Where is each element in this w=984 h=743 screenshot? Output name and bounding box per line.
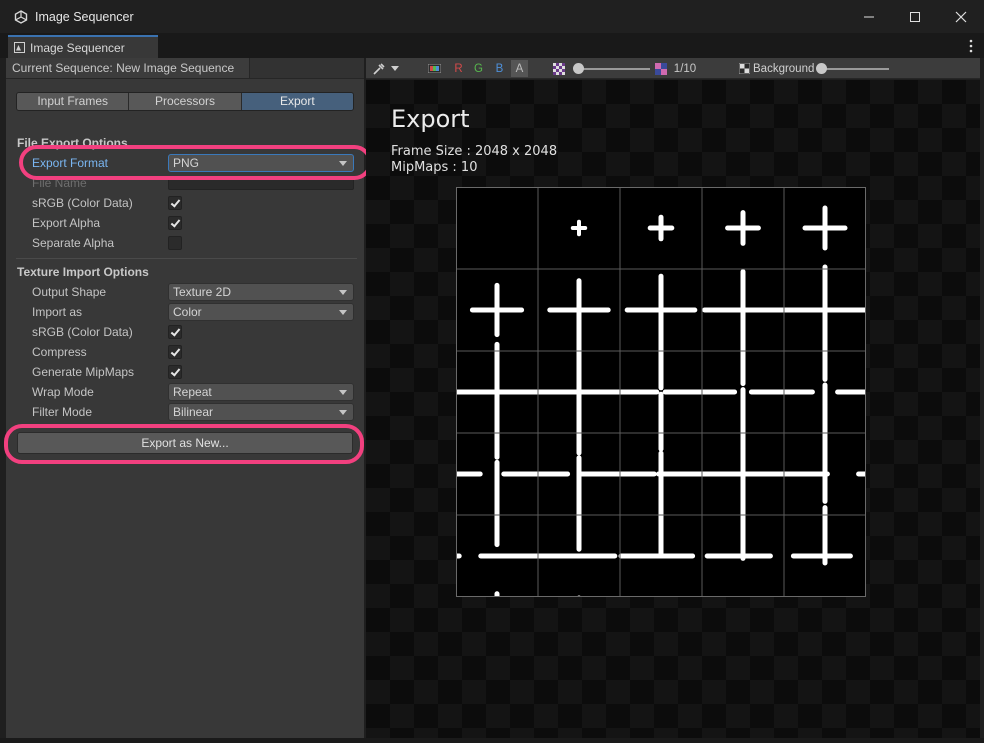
filter-mode-row: Filter Mode Bilinear — [32, 402, 354, 422]
window-title: Image Sequencer — [35, 9, 134, 24]
compress-label: Compress — [32, 345, 87, 359]
flipbook-preview-image — [456, 187, 866, 597]
wrap-mode-row: Wrap Mode Repeat — [32, 382, 354, 402]
filter-mode-value: Bilinear — [173, 405, 214, 419]
checker-icon — [553, 62, 565, 75]
background-label: Background — [753, 62, 815, 75]
blue-channel-toggle[interactable]: B — [491, 60, 508, 77]
chevron-down-icon — [390, 65, 399, 71]
preview-toolbar: R G B A 1/10 Background — [366, 58, 980, 79]
chevron-down-icon — [339, 310, 347, 315]
export-format-value: PNG — [173, 156, 200, 170]
mip-level-icon — [654, 60, 668, 77]
tab-export[interactable]: Export — [241, 93, 353, 110]
chevron-down-icon — [339, 290, 347, 295]
background-slider-track — [821, 68, 889, 70]
tab-input-frames[interactable]: Input Frames — [17, 93, 130, 110]
mipmaps-label: MipMaps : 10 — [391, 160, 478, 175]
mipmap-icon — [655, 62, 667, 75]
tab-processors[interactable]: Processors — [129, 93, 242, 110]
inspector-panel: Current Sequence: New Image Sequence Inp… — [6, 58, 364, 738]
color-channels-icon — [428, 64, 441, 73]
tab-image-sequencer[interactable]: Image Sequencer — [8, 35, 158, 58]
file-name-row: File Name — [32, 173, 354, 193]
editor-tab-strip: Image Sequencer — [0, 33, 984, 58]
background-slider-knob[interactable] — [816, 63, 827, 74]
close-button[interactable] — [938, 0, 984, 33]
mode-tabs: Input Frames Processors Export — [16, 92, 354, 111]
mip-bias-icon — [552, 60, 566, 77]
mip-slider-knob[interactable] — [573, 63, 584, 74]
rgb-toggle[interactable] — [426, 60, 443, 77]
image-sequencer-icon — [14, 42, 25, 53]
export-as-new-button[interactable]: Export as New... — [17, 432, 353, 454]
compress-row: Compress — [32, 342, 354, 362]
current-sequence-label[interactable]: Current Sequence: New Image Sequence — [6, 58, 250, 78]
export-format-row: Export Format PNG — [32, 153, 354, 173]
minimize-button[interactable] — [846, 0, 892, 33]
section-divider — [16, 258, 357, 259]
separate-alpha-checkbox[interactable] — [168, 236, 182, 250]
sequence-bar: Current Sequence: New Image Sequence — [6, 58, 364, 79]
export-format-dropdown[interactable]: PNG — [168, 154, 354, 172]
wrap-mode-label: Wrap Mode — [32, 385, 94, 399]
chevron-down-icon — [339, 410, 347, 415]
unity-logo-icon — [14, 9, 28, 24]
maximize-icon — [910, 11, 920, 22]
close-icon — [955, 11, 967, 22]
import-as-label: Import as — [32, 305, 83, 319]
output-shape-row: Output Shape Texture 2D — [32, 282, 354, 302]
output-shape-dropdown[interactable]: Texture 2D — [168, 283, 354, 301]
generate-mipmaps-row: Generate MipMaps — [32, 362, 354, 382]
preview-area: Export Frame Size : 2048 x 2048 MipMaps … — [366, 80, 980, 738]
wrap-mode-dropdown[interactable]: Repeat — [168, 383, 354, 401]
preview-title: Export — [391, 105, 470, 133]
srgb-import-row: sRGB (Color Data) — [32, 322, 354, 342]
frame-size-label: Frame Size : 2048 x 2048 — [391, 144, 558, 159]
maximize-button[interactable] — [892, 0, 938, 33]
chevron-down-icon — [339, 390, 347, 395]
export-alpha-checkbox[interactable] — [168, 216, 182, 230]
file-export-options-header: File Export Options — [17, 136, 128, 150]
export-alpha-label: Export Alpha — [32, 216, 101, 230]
import-as-value: Color — [173, 305, 202, 319]
red-channel-toggle[interactable]: R — [450, 60, 467, 77]
eyedropper-icon — [372, 62, 385, 75]
minimize-icon — [864, 16, 874, 17]
filter-mode-label: Filter Mode — [32, 405, 93, 419]
wrap-mode-value: Repeat — [173, 385, 212, 399]
green-channel-toggle[interactable]: G — [470, 60, 487, 77]
background-toggle[interactable]: Background — [739, 60, 819, 77]
mip-slider-track — [576, 68, 650, 70]
import-as-row: Import as Color — [32, 302, 354, 322]
separate-alpha-label: Separate Alpha — [32, 236, 115, 250]
file-name-field[interactable] — [168, 176, 354, 190]
window-titlebar: Image Sequencer — [0, 0, 984, 33]
view-options-button[interactable] — [368, 60, 402, 77]
export-format-label: Export Format — [32, 156, 109, 170]
texture-import-options-header: Texture Import Options — [17, 265, 149, 279]
export-alpha-row: Export Alpha — [32, 213, 354, 233]
generate-mipmaps-label: Generate MipMaps — [32, 365, 135, 379]
srgb-export-row: sRGB (Color Data) — [32, 193, 354, 213]
more-options-icon[interactable] — [968, 39, 974, 53]
filter-mode-dropdown[interactable]: Bilinear — [168, 403, 354, 421]
output-shape-value: Texture 2D — [173, 285, 232, 299]
alpha-channel-toggle[interactable]: A — [511, 60, 528, 77]
generate-mipmaps-checkbox[interactable] — [168, 365, 182, 379]
file-name-label: File Name — [32, 176, 87, 190]
separate-alpha-row: Separate Alpha — [32, 233, 354, 253]
mip-level-value: 1/10 — [673, 62, 697, 75]
srgb-import-checkbox[interactable] — [168, 325, 182, 339]
srgb-import-label: sRGB (Color Data) — [32, 325, 133, 339]
srgb-export-checkbox[interactable] — [168, 196, 182, 210]
background-checker-icon — [739, 63, 750, 74]
window-bottom-edge — [0, 738, 984, 743]
output-shape-label: Output Shape — [32, 285, 107, 299]
compress-checkbox[interactable] — [168, 345, 182, 359]
import-as-dropdown[interactable]: Color — [168, 303, 354, 321]
srgb-export-label: sRGB (Color Data) — [32, 196, 133, 210]
chevron-down-icon — [339, 161, 347, 166]
tab-label: Image Sequencer — [30, 40, 125, 55]
